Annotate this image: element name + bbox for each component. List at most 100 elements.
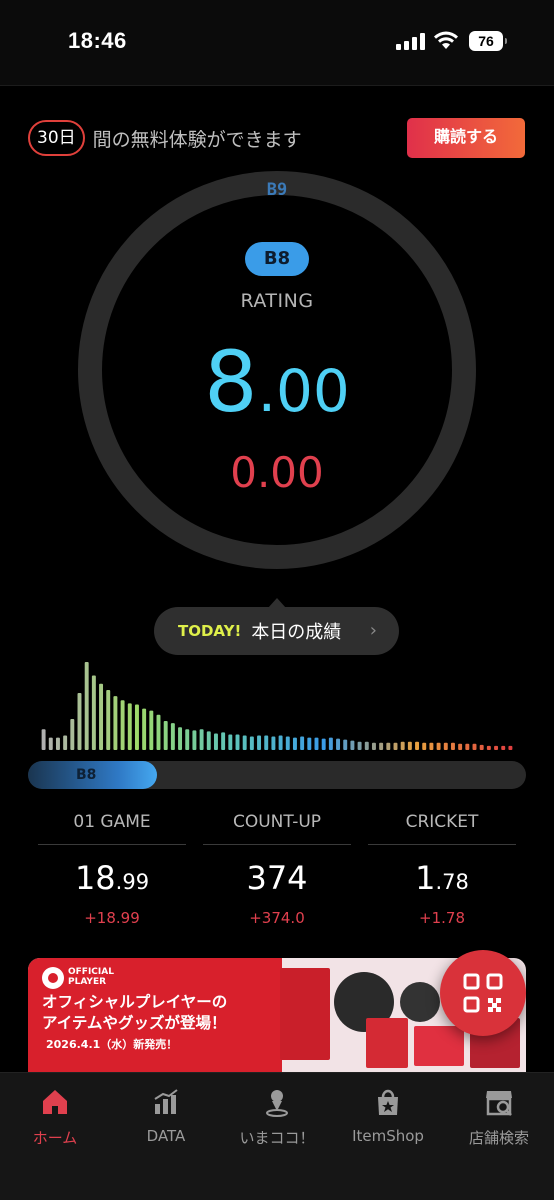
- promo-banner-text-panel: OFFICIAL PLAYER オフィシャルプレイヤーの アイテムやグッズが登場…: [28, 958, 282, 1072]
- histogram-bar: [450, 742, 455, 750]
- histogram-bar: [386, 742, 391, 750]
- histogram-bar: [357, 741, 362, 750]
- stat-title: COUNT-UP: [203, 812, 351, 845]
- histogram-bar: [149, 710, 154, 750]
- chart-icon: [154, 1089, 178, 1114]
- histogram-bar: [120, 700, 125, 750]
- histogram-bar: [170, 723, 175, 750]
- next-rank-label: B9: [266, 180, 288, 200]
- histogram-bar: [163, 721, 168, 750]
- histogram-bar: [228, 734, 233, 750]
- histogram-bar: [465, 743, 470, 750]
- battery-indicator: 76: [469, 31, 507, 51]
- histogram-bar: [379, 742, 384, 750]
- histogram-bar: [77, 693, 82, 750]
- histogram-bar: [292, 737, 297, 750]
- stat-value-big: 1: [415, 859, 436, 897]
- histogram-bar: [127, 703, 132, 750]
- histogram-bar: [422, 742, 427, 750]
- nav-store-search[interactable]: 店舗検索: [444, 1087, 554, 1148]
- histogram-bar: [257, 735, 262, 750]
- banner-headline-line-2: アイテムやグッズが登場！: [42, 1014, 227, 1032]
- histogram-bar: [407, 741, 412, 750]
- free-trial-banner: 30日 間の無料体験ができます: [28, 118, 302, 158]
- store-search-icon: [486, 1091, 512, 1116]
- histogram-bar: [192, 730, 197, 750]
- rating-diff: 0.00: [230, 448, 324, 497]
- banner-logo-text: OFFICIAL PLAYER: [68, 967, 114, 987]
- qr-code-icon: [463, 973, 503, 1013]
- shop-bag-icon: [378, 1089, 398, 1115]
- stat-title: CRICKET: [368, 812, 516, 845]
- histogram-bar: [479, 744, 484, 750]
- histogram-bar: [300, 736, 305, 750]
- histogram-bar: [393, 742, 398, 750]
- product-image: [366, 1018, 408, 1068]
- histogram-bar: [99, 683, 104, 750]
- qr-code-button[interactable]: [440, 950, 526, 1036]
- histogram-bar: [314, 737, 319, 750]
- product-image: [280, 968, 330, 1060]
- nav-label: いまココ！: [239, 1129, 315, 1147]
- stat-01-game[interactable]: 01 GAME 18.99 +18.99: [38, 812, 186, 927]
- nav-label: 店舗検索: [468, 1129, 529, 1147]
- histogram-bar: [371, 742, 376, 750]
- histogram-bar: [249, 736, 254, 750]
- histogram-bar: [336, 738, 341, 750]
- today-tag: TODAY!: [178, 622, 242, 640]
- histogram-bar: [443, 742, 448, 750]
- histogram-bar: [321, 738, 326, 750]
- histogram-bar: [221, 732, 226, 750]
- wifi-icon: [434, 31, 458, 49]
- histogram-bar: [486, 745, 491, 750]
- rating-histogram: [41, 662, 513, 750]
- dartboard-image: [400, 982, 440, 1022]
- histogram-bar: [328, 737, 333, 750]
- stat-value: 18.99: [38, 859, 186, 899]
- stat-cricket[interactable]: CRICKET 1.78 +1.78: [368, 812, 516, 927]
- histogram-bar: [55, 737, 60, 750]
- nav-label: DATA: [146, 1127, 186, 1145]
- nav-home[interactable]: ホーム: [0, 1087, 110, 1148]
- stat-count-up[interactable]: COUNT-UP 374 +374.0: [203, 812, 351, 927]
- histogram-bar: [494, 745, 499, 750]
- histogram-bar: [63, 735, 68, 750]
- nav-label: ホーム: [32, 1129, 78, 1147]
- banner-headline-line-1: オフィシャルプレイヤーの: [42, 993, 228, 1011]
- cellular-signal-icon: [396, 32, 426, 50]
- histogram-bar: [264, 735, 269, 750]
- histogram-bar: [134, 704, 139, 750]
- stat-diff: +374.0: [249, 909, 305, 927]
- stat-value-big: 18: [74, 859, 116, 897]
- status-time: 18:46: [68, 28, 127, 53]
- subscribe-button[interactable]: 購読する: [407, 118, 525, 158]
- histogram-bar: [436, 742, 441, 750]
- histogram-bar: [400, 741, 405, 750]
- histogram-bar: [178, 727, 183, 750]
- histogram-bar: [142, 708, 147, 750]
- histogram-bar: [106, 689, 111, 750]
- histogram-bar: [285, 736, 290, 750]
- nav-imakoko[interactable]: いまココ！: [222, 1087, 332, 1148]
- home-icon: [43, 1090, 67, 1114]
- nav-itemshop[interactable]: ItemShop: [333, 1087, 443, 1145]
- trial-text: 間の無料体験ができます: [92, 128, 302, 151]
- chevron-right-icon: ›: [369, 620, 377, 641]
- nav-data[interactable]: DATA: [111, 1087, 221, 1145]
- histogram-bar: [199, 729, 204, 750]
- rating-value-decimal: .00: [257, 357, 350, 425]
- rank-progress-label: B8: [76, 767, 97, 783]
- histogram-bar: [213, 733, 218, 750]
- histogram-bar: [41, 729, 46, 750]
- histogram-bar: [84, 662, 89, 750]
- stat-diff: +1.78: [419, 909, 465, 927]
- histogram-bar: [508, 745, 513, 750]
- histogram-bar: [185, 729, 190, 750]
- histogram-bar: [271, 736, 276, 750]
- histogram-bar: [278, 735, 283, 750]
- today-results-button[interactable]: TODAY! 本日の成績 ›: [154, 598, 399, 655]
- today-label: 本日の成績: [251, 622, 342, 643]
- stat-value-big: 374: [246, 859, 308, 897]
- bottom-nav: ホーム DATA いまココ！ ItemShop 店舗検索: [0, 1072, 554, 1200]
- histogram-bar: [415, 741, 420, 750]
